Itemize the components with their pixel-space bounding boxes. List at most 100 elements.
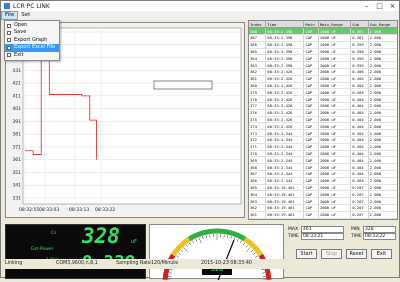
menu-item-exit[interactable]: Exit: [5, 52, 59, 59]
table-cell: 08:33:2.426: [266, 103, 304, 110]
table-cell: 2.000: [368, 75, 397, 82]
table-row[interactable]: 36908:33:2.344CAP2000 uF0.4042.000: [249, 157, 398, 164]
table-cell: 08:33:2.344: [266, 143, 304, 150]
table-cell: CAP: [304, 41, 318, 48]
table-cell: 0.207: [351, 198, 368, 205]
table-row[interactable]: 37708:33:2.426CAP2000 uF0.4042.000: [249, 103, 398, 110]
table-cell: 2000 uF: [318, 130, 350, 137]
table-row[interactable]: 38008:33:2.426CAP2000 uF0.4042.000: [249, 82, 398, 89]
menu-item-open[interactable]: Open: [5, 22, 59, 29]
menu-item-export-excel[interactable]: Export Excel File: [5, 44, 59, 51]
table-cell: 2000 uF: [318, 28, 350, 35]
gauge-tick: [243, 243, 245, 245]
table-row[interactable]: 38208:33:2.426CAP2000 uF0.4062.000: [249, 69, 398, 76]
column-header[interactable]: Main: [304, 21, 318, 28]
menu-item-export-graph[interactable]: Export Graph: [5, 37, 59, 44]
table-row[interactable]: 38108:33:2.426CAP2000 uF0.4052.000: [249, 75, 398, 82]
table-row[interactable]: 37308:33:2.344CAP2000 uF0.4042.000: [249, 130, 398, 137]
data-table[interactable]: IndexTimeMainMain_RangeSubSub_Range 3880…: [248, 20, 398, 220]
table-row[interactable]: 37408:33:2.426CAP2000 uF0.4042.000: [249, 123, 398, 130]
table-row[interactable]: 37008:33:2.344CAP2000 uF0.4042.000: [249, 150, 398, 157]
table-cell: CAP: [304, 28, 318, 35]
table-cell: 08:33:2.426: [266, 116, 304, 123]
maximize-icon[interactable]: □: [373, 1, 386, 11]
table-row[interactable]: 37608:33:2.426CAP2000 uF0.4052.000: [249, 109, 398, 116]
table-row[interactable]: 38808:33:2.398CAP2000 uF0.3612.000: [249, 28, 398, 35]
table-cell: 378: [249, 96, 266, 103]
lcd-main-unit: uF: [131, 239, 137, 245]
column-header[interactable]: Sub: [351, 21, 368, 28]
table-row[interactable]: 36608:33:2.344CAP2000 uF0.4042.000: [249, 177, 398, 184]
y-tick-label: 411: [12, 93, 21, 99]
table-row[interactable]: 38708:33:2.398CAP2000 uF0.3612.000: [249, 35, 398, 42]
table-row[interactable]: 36108:33:19.461CAP2000 uF0.2072.000: [249, 211, 398, 218]
table-row[interactable]: 36808:33:2.344CAP2000 uF0.4042.000: [249, 164, 398, 171]
gauge-tick: [246, 247, 250, 251]
table-cell: 2.000: [368, 48, 397, 55]
table-cell: 368: [249, 164, 266, 171]
table-cell: 08:33:2.426: [266, 75, 304, 82]
table-cell: 2000 uF: [318, 116, 350, 123]
table-row[interactable]: 37908:33:2.426CAP2000 uF0.4042.000: [249, 89, 398, 96]
max-time-label: TIME: [288, 234, 299, 239]
table-cell: 386: [249, 41, 266, 48]
table-row[interactable]: 37808:33:2.426CAP2000 uF0.4042.000: [249, 96, 398, 103]
y-tick-label: 401: [12, 106, 21, 112]
close-icon[interactable]: ×: [386, 1, 399, 11]
table-cell: 0.359: [351, 62, 368, 69]
exit-button[interactable]: Exit: [371, 249, 392, 259]
menu-item-save[interactable]: Save: [5, 29, 59, 36]
menu-set[interactable]: Set: [18, 11, 33, 20]
stop-button[interactable]: Stop: [321, 249, 342, 259]
start-button[interactable]: Start: [296, 249, 317, 259]
table-cell: 2.000: [368, 69, 397, 76]
table-row[interactable]: 36408:33:19.461CAP2000 uF0.2072.000: [249, 191, 398, 198]
table-cell: 2.000: [368, 171, 397, 178]
table-row[interactable]: 36708:33:2.344CAP2000 uF0.4042.000: [249, 171, 398, 178]
table-cell: CAP: [304, 123, 318, 130]
table-cell: 2000 uF: [318, 55, 350, 62]
gauge-tick: [231, 236, 232, 239]
analog-gauge: 328: [149, 224, 284, 279]
column-header[interactable]: Time: [266, 21, 304, 28]
column-header[interactable]: Index: [249, 21, 266, 28]
table-cell: 2.000: [368, 184, 397, 191]
table-cell: CAP: [304, 157, 318, 164]
table-cell: 371: [249, 143, 266, 150]
table-row[interactable]: 36508:33:19.461CAP2000 uF0.2072.000: [249, 184, 398, 191]
table-cell: CAP: [304, 48, 318, 55]
y-tick-label: 351: [12, 170, 21, 176]
table-cell: CAP: [304, 35, 318, 42]
table-cell: 379: [249, 89, 266, 96]
table-row[interactable]: 38408:33:2.398CAP2000 uF0.3592.000: [249, 55, 398, 62]
gauge-tick: [253, 253, 255, 255]
app-icon: [4, 3, 10, 9]
table-row[interactable]: 38508:33:2.398CAP2000 uF0.3582.000: [249, 48, 398, 55]
table-cell: 0.359: [351, 41, 368, 48]
menu-bar: File Set: [1, 11, 399, 20]
reset-button[interactable]: Reset: [346, 249, 367, 259]
table-cell: CAP: [304, 55, 318, 62]
table-cell: 2000 uF: [318, 62, 350, 69]
gauge-tick: [170, 269, 173, 270]
menu-file[interactable]: File: [1, 11, 18, 20]
menu-item-label: Export Excel File: [14, 44, 55, 50]
table-cell: 0.404: [351, 177, 368, 184]
table-row[interactable]: 36308:33:19.461CAP2000 uF0.2072.000: [249, 198, 398, 205]
graph-icon: [7, 38, 11, 42]
folder-icon: [7, 24, 11, 28]
minimize-icon[interactable]: –: [360, 1, 373, 11]
table-row[interactable]: 38608:33:2.398CAP2000 uF0.3592.000: [249, 41, 398, 48]
column-header[interactable]: Main_Range: [318, 21, 350, 28]
table-cell: 2.000: [368, 143, 397, 150]
table-row[interactable]: 36208:33:19.461CAP2000 uF0.2072.000: [249, 205, 398, 212]
column-header[interactable]: Sub_Range: [368, 21, 397, 28]
table-row[interactable]: 37108:33:2.344CAP2000 uF0.4042.000: [249, 143, 398, 150]
table-cell: 2000 uF: [318, 211, 350, 218]
table-row[interactable]: 38308:33:2.398CAP2000 uF0.3592.000: [249, 62, 398, 69]
table-cell: 08:33:2.344: [266, 164, 304, 171]
table-cell: CAP: [304, 89, 318, 96]
table-row[interactable]: 37208:33:2.344CAP2000 uF0.4042.000: [249, 137, 398, 144]
table-cell: CAP: [304, 205, 318, 212]
table-row[interactable]: 37508:33:2.426CAP2000 uF0.4042.000: [249, 116, 398, 123]
